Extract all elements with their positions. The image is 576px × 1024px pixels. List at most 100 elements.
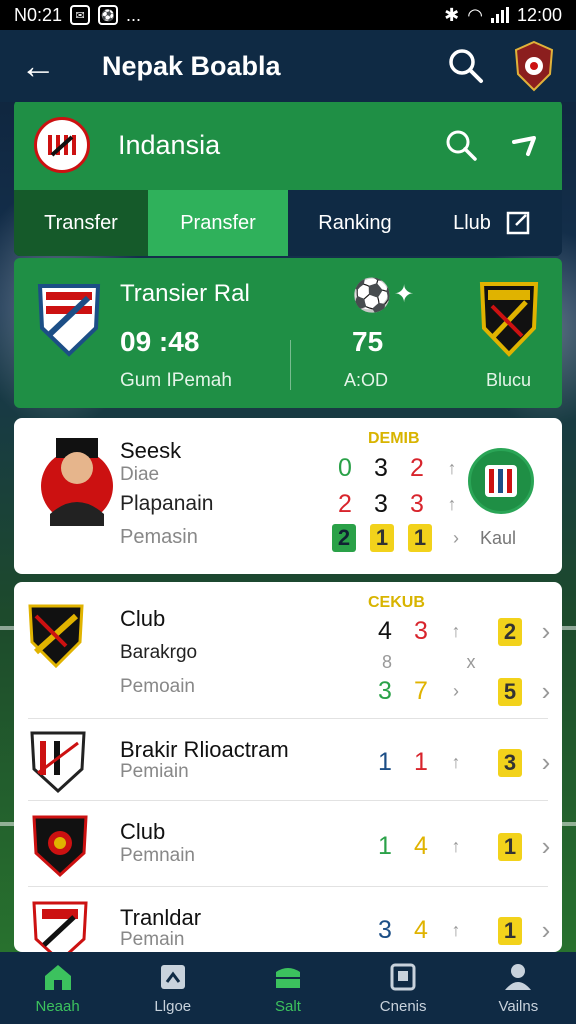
- page-title: Nepak Boabla: [102, 50, 281, 81]
- stat-badge: 1: [408, 524, 432, 552]
- stat-badge: 2: [332, 524, 356, 552]
- more-dots: ...: [126, 4, 142, 25]
- transfer-summary-card[interactable]: Transier Ral 09 :48 Gum IPemah ⚽ ✦ 75 A:…: [14, 258, 562, 408]
- league-emblem-icon: [48, 135, 76, 157]
- stat-value: 3: [414, 617, 428, 645]
- player-line: Plapanain: [120, 492, 214, 515]
- trend-icon: ↑: [451, 752, 461, 772]
- stat-badge: 1: [370, 524, 394, 552]
- list-item[interactable]: Tranldar Pemain 3 4 ↑ 1 ›: [28, 886, 550, 964]
- user-icon: [505, 963, 532, 990]
- nav-league[interactable]: Llgoe: [118, 962, 228, 1015]
- chevron-right-icon[interactable]: ›: [536, 676, 556, 707]
- trend-icon: ↑: [447, 458, 457, 478]
- trend-icon: ↑: [447, 494, 457, 514]
- club-role: Pemain: [120, 929, 185, 950]
- app-notification-icon: ⚽: [98, 5, 119, 25]
- search-icon[interactable]: [444, 128, 478, 162]
- search-icon[interactable]: [446, 46, 486, 86]
- summary-label-mid: A:OD: [344, 370, 389, 390]
- nav-label: Salt: [275, 997, 301, 1015]
- wifi-icon: ◠: [467, 4, 483, 25]
- status-time-left: N0:21: [14, 4, 63, 25]
- club-list-card: Club Barakrgo Pemoain CEKUB 4 3 ↑ 2 › 8 …: [14, 582, 562, 964]
- stats-row: 3 4 ↑ 1 ›: [374, 915, 556, 946]
- club-logo: [28, 604, 84, 668]
- stat-badge: 1: [498, 832, 522, 861]
- stat-value: 1: [414, 748, 428, 776]
- summary-value-mid: 75: [352, 326, 384, 357]
- stat-badge: 5: [498, 677, 522, 706]
- trend-icon: ›: [453, 681, 459, 701]
- stats-header: CEKUB: [368, 594, 425, 611]
- club-line: Barakrgo: [120, 642, 198, 663]
- stats-row: 3 7 › 5 ›: [374, 676, 556, 707]
- rival-club-crest-icon: [485, 465, 517, 497]
- stats-row: 0 3 2 ↑: [334, 454, 462, 483]
- nav-profile[interactable]: Vailns: [463, 962, 573, 1015]
- summary-value-left: 09 :48: [120, 326, 200, 357]
- trend-icon: ↑: [451, 920, 461, 940]
- home-icon: [44, 964, 71, 990]
- stat-value: 3: [374, 490, 388, 518]
- stat-value: 1: [378, 832, 392, 860]
- divider: [290, 340, 291, 390]
- chevron-right-icon[interactable]: ›: [536, 915, 556, 946]
- stat-value: 3: [378, 916, 392, 944]
- trend-icon: ↑: [451, 621, 461, 641]
- nav-label: Cnenis: [379, 997, 427, 1015]
- stat-value: 3: [410, 490, 424, 518]
- league-name: Indansia: [118, 129, 221, 160]
- list-item[interactable]: Brakir Rlioactram Pemiain 1 1 ↑ 3 ›: [28, 718, 550, 800]
- club-crest-icon[interactable]: [512, 40, 556, 92]
- rival-label: Kaul: [480, 528, 517, 548]
- club-name: Club: [120, 819, 166, 844]
- tab-club-label: Llub: [453, 211, 491, 234]
- stats-row: 2 1 1 ›: [332, 524, 466, 552]
- league-header: Indansia: [14, 100, 562, 190]
- stat-value: 1: [378, 748, 392, 776]
- nav-clubs[interactable]: Cnenis: [348, 962, 458, 1015]
- league-logo: [34, 117, 90, 173]
- chevron-right-icon[interactable]: ›: [536, 616, 556, 647]
- summary-title: Transier Ral: [120, 280, 250, 307]
- tab-ranking[interactable]: Ranking: [288, 190, 422, 256]
- status-time-right: 12:00: [516, 4, 562, 25]
- club-role: Pemiain: [120, 761, 189, 782]
- chevron-right-icon[interactable]: ›: [536, 831, 556, 862]
- list-item[interactable]: Club Pemnain 1 4 ↑ 1 ›: [28, 800, 550, 886]
- league-icon: [160, 964, 185, 989]
- club-logo: [32, 815, 88, 878]
- stat-value: 4: [414, 916, 428, 944]
- tab-club[interactable]: Llub: [422, 190, 562, 256]
- clubs-icon: [390, 963, 416, 990]
- player-role: Pemasin: [120, 526, 198, 548]
- player-card[interactable]: Seesk Diae Plapanain Pemasin DEMIB 0 3 2…: [14, 418, 562, 574]
- arrow-up-right-icon[interactable]: [508, 128, 542, 162]
- back-button[interactable]: ←: [20, 45, 68, 87]
- stats-row: 8 x: [376, 652, 482, 673]
- nav-label: Llgoe: [154, 997, 192, 1015]
- trend-icon: ›: [453, 527, 459, 548]
- tab-transfer[interactable]: Transfer: [14, 190, 148, 256]
- stats-row: 1 4 ↑ 1 ›: [374, 831, 556, 862]
- stadium-icon: [275, 967, 300, 988]
- stats-row: 2 3 3 ↑: [334, 490, 462, 519]
- nav-shop[interactable]: Salt: [233, 962, 343, 1015]
- stat-value: 8: [381, 652, 392, 672]
- away-club-crest: [479, 282, 539, 357]
- rival-club-logo: [468, 448, 534, 514]
- tab-pransfer[interactable]: Pransfer: [148, 190, 288, 256]
- club-name: Tranldar: [120, 905, 202, 930]
- club-role: Pemnain: [120, 845, 195, 866]
- player-sub: Diae: [120, 464, 160, 485]
- nav-home[interactable]: Neaah: [3, 962, 113, 1015]
- stats-header: DEMIB: [368, 430, 420, 447]
- notification-icon: ✉: [70, 5, 91, 25]
- stat-value: 7: [414, 677, 428, 705]
- stat-value: 2: [410, 454, 424, 482]
- stat-badge: 3: [498, 748, 522, 777]
- bluetooth-icon: ✱: [444, 4, 460, 25]
- nav-label: Neaah: [35, 997, 80, 1015]
- chevron-right-icon[interactable]: ›: [536, 747, 556, 778]
